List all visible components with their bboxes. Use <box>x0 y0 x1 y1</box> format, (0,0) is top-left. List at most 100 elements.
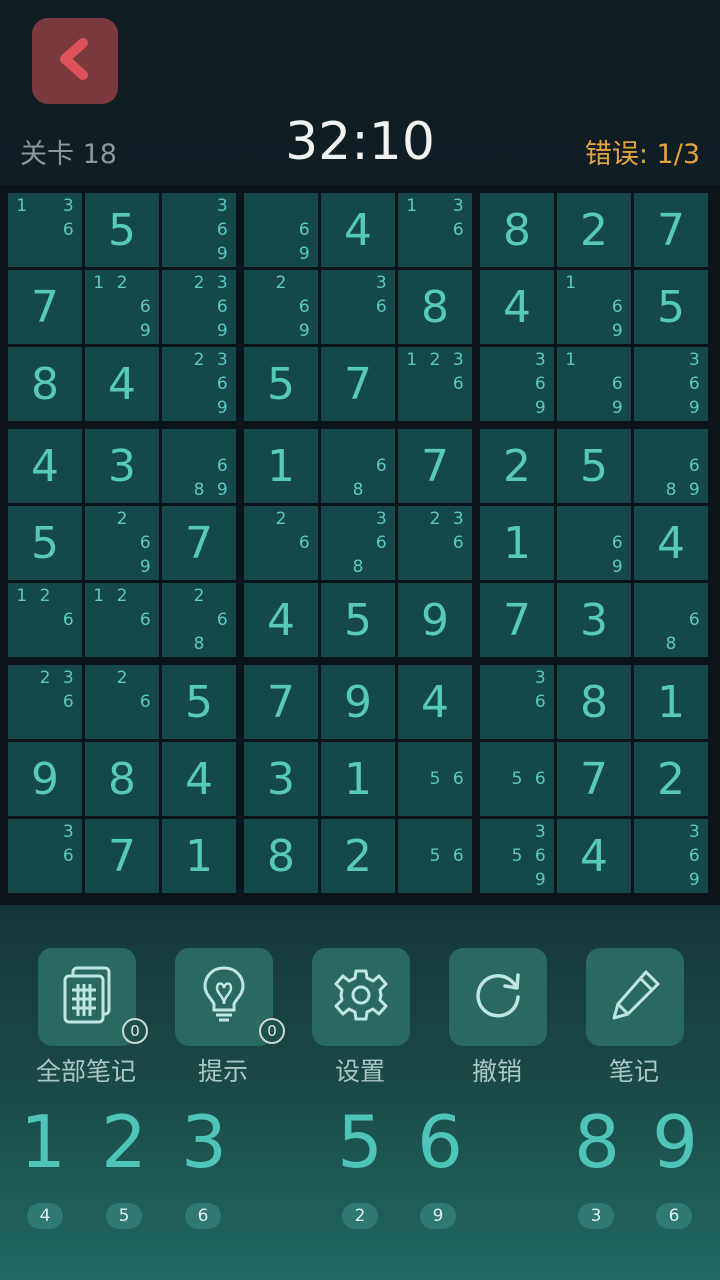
cell-r6c4[interactable]: 4 <box>244 583 318 657</box>
cell-r2c7[interactable]: 4 <box>480 270 554 344</box>
cell-r9c8[interactable]: 4 <box>557 819 631 893</box>
note-6: 6 <box>534 374 546 394</box>
cell-r4c7[interactable]: 2 <box>480 429 554 503</box>
cell-r6c9[interactable]: 68 <box>634 583 708 657</box>
note-empty <box>447 396 470 420</box>
cell-r4c6[interactable]: 7 <box>398 429 472 503</box>
cell-r8c6[interactable]: 56 <box>398 742 472 816</box>
cell-r8c7[interactable]: 56 <box>480 742 554 816</box>
cell-r7c5[interactable]: 9 <box>321 665 395 739</box>
cell-r7c6[interactable]: 4 <box>398 665 472 739</box>
cell-r3c3[interactable]: 23 6 9 <box>162 347 236 421</box>
cell-r9c5[interactable]: 2 <box>321 819 395 893</box>
cell-r6c5[interactable]: 5 <box>321 583 395 657</box>
cell-r1c4[interactable]: 69 <box>244 193 318 267</box>
cell-r9c9[interactable]: 3 6 9 <box>634 819 708 893</box>
cell-r4c4[interactable]: 1 <box>244 429 318 503</box>
cell-r7c1[interactable]: 23 6 <box>8 665 82 739</box>
cell-r8c2[interactable]: 8 <box>85 742 159 816</box>
cell-r2c9[interactable]: 5 <box>634 270 708 344</box>
cell-r1c3[interactable]: 3 6 9 <box>162 193 236 267</box>
cell-r9c2[interactable]: 7 <box>85 819 159 893</box>
cell-r9c6[interactable]: 56 <box>398 819 472 893</box>
cell-r8c8[interactable]: 7 <box>557 742 631 816</box>
cell-r3c9[interactable]: 3 6 9 <box>634 347 708 421</box>
cell-r9c1[interactable]: 36 <box>8 819 82 893</box>
cell-r6c8[interactable]: 3 <box>557 583 631 657</box>
cell-r1c5[interactable]: 4 <box>321 193 395 267</box>
cell-r3c5[interactable]: 7 <box>321 347 395 421</box>
cell-r2c3[interactable]: 23 6 9 <box>162 270 236 344</box>
cell-r6c3[interactable]: 268 <box>162 583 236 657</box>
cell-r1c8[interactable]: 2 <box>557 193 631 267</box>
back-button[interactable] <box>32 18 118 104</box>
note-6: 6 <box>62 692 74 712</box>
cell-r3c6[interactable]: 123 6 <box>398 347 472 421</box>
cell-r7c7[interactable]: 36 <box>480 665 554 739</box>
cell-r5c6[interactable]: 23 6 <box>398 506 472 580</box>
cell-r1c6[interactable]: 1 3 6 <box>398 193 472 267</box>
note-empty <box>482 348 505 372</box>
cell-r4c8[interactable]: 5 <box>557 429 631 503</box>
cell-r4c3[interactable]: 689 <box>162 429 236 503</box>
cell-r5c9[interactable]: 4 <box>634 506 708 580</box>
cell-r2c2[interactable]: 126 9 <box>85 270 159 344</box>
cell-r3c4[interactable]: 5 <box>244 347 318 421</box>
cell-r9c7[interactable]: 356 9 <box>480 819 554 893</box>
cell-r7c9[interactable]: 1 <box>634 665 708 739</box>
cell-r4c9[interactable]: 689 <box>634 429 708 503</box>
cell-r1c9[interactable]: 7 <box>634 193 708 267</box>
cell-r3c1[interactable]: 8 <box>8 347 82 421</box>
notes-toggle-button[interactable]: 笔记 <box>564 948 704 1088</box>
notes-all-button[interactable]: 0 全部笔记 <box>16 948 156 1088</box>
cell-r8c1[interactable]: 9 <box>8 742 82 816</box>
numpad-9[interactable]: 9 <box>635 1100 715 1184</box>
cell-r2c6[interactable]: 8 <box>398 270 472 344</box>
cell-r8c3[interactable]: 4 <box>162 742 236 816</box>
cell-r2c4[interactable]: 26 9 <box>244 270 318 344</box>
cell-r5c3[interactable]: 7 <box>162 506 236 580</box>
cell-r4c5[interactable]: 68 <box>321 429 395 503</box>
cell-r6c2[interactable]: 126 <box>85 583 159 657</box>
cell-value: 3 <box>267 753 295 805</box>
cell-r1c2[interactable]: 5 <box>85 193 159 267</box>
cell-r8c9[interactable]: 2 <box>634 742 708 816</box>
cell-r5c4[interactable]: 26 <box>244 506 318 580</box>
cell-r8c5[interactable]: 1 <box>321 742 395 816</box>
cell-r5c8[interactable]: 69 <box>557 506 631 580</box>
cell-r7c4[interactable]: 7 <box>244 665 318 739</box>
numpad-1[interactable]: 1 <box>3 1100 83 1184</box>
cell-r7c8[interactable]: 8 <box>557 665 631 739</box>
cell-r5c5[interactable]: 3 68 <box>321 506 395 580</box>
cell-r6c1[interactable]: 126 <box>8 583 82 657</box>
cell-r6c7[interactable]: 7 <box>480 583 554 657</box>
cell-r7c2[interactable]: 26 <box>85 665 159 739</box>
hint-button[interactable]: 0 提示 <box>153 948 293 1088</box>
cell-r1c7[interactable]: 8 <box>480 193 554 267</box>
cell-r5c1[interactable]: 5 <box>8 506 82 580</box>
cell-r1c1[interactable]: 1 3 6 <box>8 193 82 267</box>
cell-r2c1[interactable]: 7 <box>8 270 82 344</box>
numpad-2[interactable]: 2 <box>84 1100 164 1184</box>
cell-r3c2[interactable]: 4 <box>85 347 159 421</box>
note-empty <box>57 868 80 892</box>
cell-r4c2[interactable]: 3 <box>85 429 159 503</box>
numpad-8[interactable]: 8 <box>557 1100 637 1184</box>
cell-r3c8[interactable]: 1 6 9 <box>557 347 631 421</box>
cell-r2c8[interactable]: 1 6 9 <box>557 270 631 344</box>
cell-r5c7[interactable]: 1 <box>480 506 554 580</box>
undo-button[interactable]: 撤销 <box>427 948 567 1088</box>
cell-r2c5[interactable]: 36 <box>321 270 395 344</box>
numpad-5[interactable]: 5 <box>320 1100 400 1184</box>
cell-r5c2[interactable]: 26 9 <box>85 506 159 580</box>
cell-r9c3[interactable]: 1 <box>162 819 236 893</box>
cell-r9c4[interactable]: 8 <box>244 819 318 893</box>
numpad-6[interactable]: 6 <box>400 1100 480 1184</box>
cell-r7c3[interactable]: 5 <box>162 665 236 739</box>
settings-button[interactable]: 设置 <box>290 948 430 1088</box>
cell-r4c1[interactable]: 4 <box>8 429 82 503</box>
cell-r6c6[interactable]: 9 <box>398 583 472 657</box>
numpad-3[interactable]: 3 <box>164 1100 244 1184</box>
cell-r8c4[interactable]: 3 <box>244 742 318 816</box>
cell-r3c7[interactable]: 3 6 9 <box>480 347 554 421</box>
